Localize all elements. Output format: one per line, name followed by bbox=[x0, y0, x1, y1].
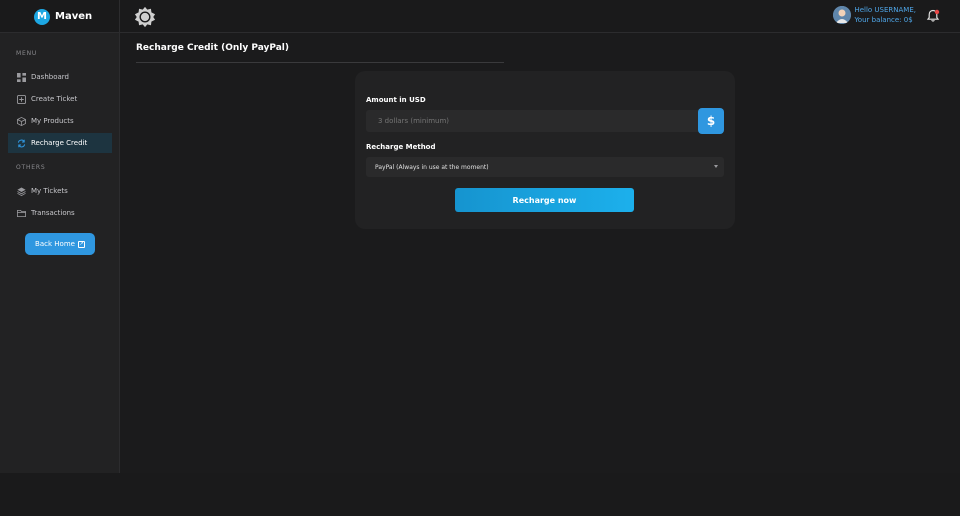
chevron-down-icon bbox=[714, 165, 718, 168]
theme-toggle-icon[interactable] bbox=[134, 6, 156, 28]
notification-dot-icon bbox=[934, 9, 940, 15]
balance-text: Your balance: 0$ bbox=[854, 16, 913, 24]
refresh-icon bbox=[17, 139, 26, 147]
sidebar-item-label: My Tickets bbox=[31, 187, 68, 195]
sidebar-item-my-products[interactable]: My Products bbox=[8, 111, 112, 131]
sidebar-item-label: My Products bbox=[31, 117, 74, 125]
amount-label: Amount in USD bbox=[366, 96, 426, 104]
user-avatar-icon bbox=[833, 6, 851, 24]
recharge-form-card: Amount in USD $ Recharge Method PayPal (… bbox=[355, 71, 735, 229]
page-title: Recharge Credit (Only PayPal) bbox=[136, 43, 289, 53]
sidebar-item-label: Recharge Credit bbox=[31, 139, 88, 147]
external-link-icon: ↗ bbox=[77, 240, 85, 248]
back-home-label: Back Home bbox=[35, 240, 75, 248]
brand-name: Maven bbox=[55, 11, 93, 22]
sidebar-item-create-ticket[interactable]: Create Ticket bbox=[8, 89, 112, 109]
sidebar-item-dashboard[interactable]: Dashboard bbox=[8, 67, 112, 87]
folder-icon bbox=[17, 209, 26, 217]
notification-bell-icon[interactable] bbox=[926, 9, 940, 23]
layers-icon bbox=[17, 186, 26, 196]
brand[interactable]: M Maven bbox=[0, 0, 120, 33]
recharge-method-label: Recharge Method bbox=[366, 143, 436, 151]
sidebar-item-recharge-credit[interactable]: Recharge Credit bbox=[8, 133, 112, 153]
sidebar: MENU Dashboard Create Ticket My Products… bbox=[0, 33, 120, 473]
recharge-method-select[interactable]: PayPal (Always in use at the moment) bbox=[366, 157, 724, 177]
recharge-now-button[interactable]: Recharge now bbox=[455, 188, 634, 212]
menu-section-label: MENU bbox=[16, 50, 38, 57]
currency-button[interactable]: $ bbox=[698, 108, 724, 134]
brand-logo: M bbox=[34, 8, 50, 25]
box-icon bbox=[17, 116, 26, 126]
title-divider bbox=[136, 62, 504, 63]
back-home-button[interactable]: Back Home ↗ bbox=[25, 233, 95, 255]
sidebar-item-my-tickets[interactable]: My Tickets bbox=[8, 181, 112, 201]
sidebar-item-transactions[interactable]: Transactions bbox=[8, 203, 112, 223]
recharge-method-value: PayPal (Always in use at the moment) bbox=[375, 163, 489, 171]
sidebar-item-label: Dashboard bbox=[31, 73, 69, 81]
sidebar-item-label: Transactions bbox=[31, 209, 75, 217]
avatar[interactable] bbox=[833, 6, 851, 24]
sidebar-item-label: Create Ticket bbox=[31, 95, 78, 103]
top-bar: M Maven Hello USERNAME, Your balance: 0$ bbox=[0, 0, 960, 33]
others-section-label: OTHERS bbox=[16, 164, 46, 171]
footer-band bbox=[0, 473, 960, 516]
greeting-text: Hello USERNAME, bbox=[854, 6, 916, 14]
user-greeting: Hello USERNAME, Your balance: 0$ bbox=[854, 5, 916, 25]
plus-square-icon bbox=[17, 94, 26, 104]
amount-input[interactable] bbox=[366, 110, 698, 132]
dashboard-icon bbox=[17, 72, 26, 82]
